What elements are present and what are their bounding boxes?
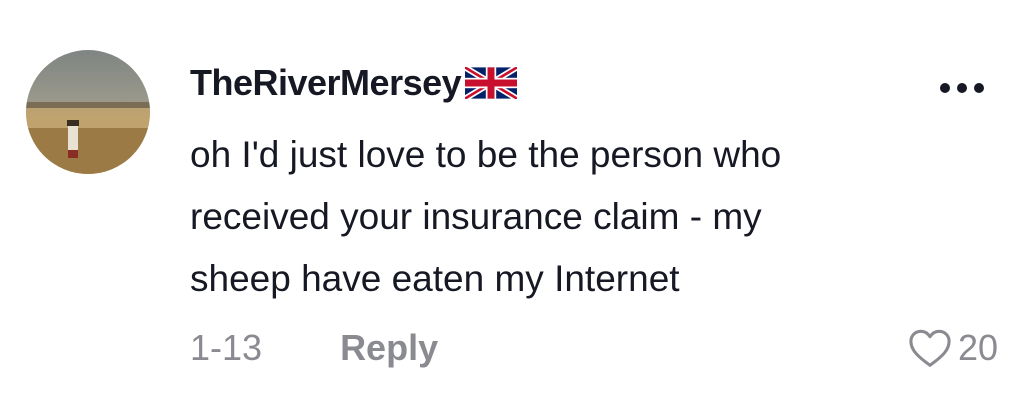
username-row: TheRiverMersey (190, 60, 518, 106)
reply-button[interactable]: Reply (340, 327, 438, 369)
comment-meta: 1-13 Reply (190, 322, 438, 374)
avatar-photo (26, 50, 150, 174)
comment-date: 1-13 (190, 327, 263, 368)
more-options-button[interactable] (930, 72, 994, 104)
comment-item: TheRiverMersey oh I'd just love to be th… (0, 0, 1024, 403)
heart-outline-icon (909, 329, 951, 367)
more-horizontal-icon-dot (974, 83, 984, 93)
more-horizontal-icon-dot (957, 83, 967, 93)
like-button[interactable]: 20 (908, 322, 998, 374)
united-kingdom-flag-icon (465, 67, 518, 99)
comment-text: oh I'd just love to be the person who re… (190, 134, 782, 299)
username[interactable]: TheRiverMersey (190, 65, 462, 101)
avatar[interactable] (26, 50, 150, 174)
like-count: 20 (957, 327, 998, 368)
more-horizontal-icon (940, 83, 950, 93)
